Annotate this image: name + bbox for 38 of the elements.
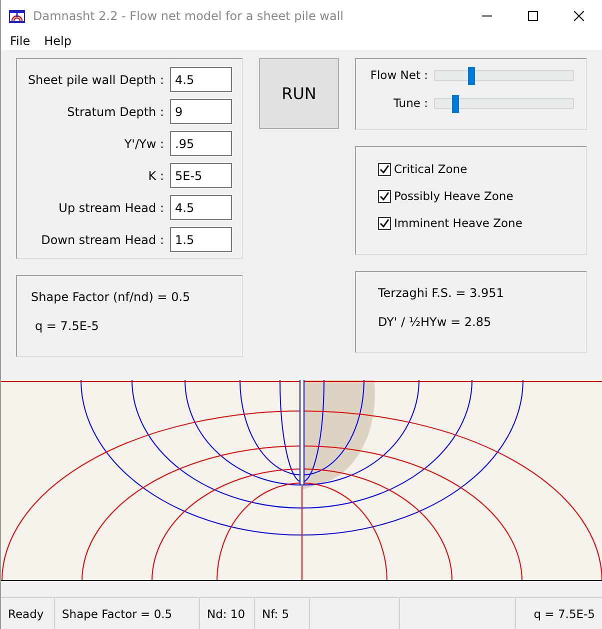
checkbox[interactable]: [378, 216, 391, 230]
field-label: Stratum Depth :: [67, 104, 164, 118]
slider-label: Tune :: [392, 96, 428, 110]
result-text: q = 7.5E-5: [34, 319, 100, 333]
input-field[interactable]: 5E-5: [170, 163, 232, 188]
app-icon: [9, 8, 25, 24]
field-label: K :: [148, 168, 164, 182]
input-field[interactable]: .95: [170, 131, 232, 156]
input-field[interactable]: 4.5: [170, 195, 232, 220]
checkbox-label: Critical Zone: [394, 162, 468, 176]
checkbox-label: Possibly Heave Zone: [394, 189, 514, 203]
checkbox[interactable]: [378, 162, 391, 176]
slider-thumb[interactable]: [468, 66, 476, 84]
window-title: Damnasht 2.2 - Flow net model for a sheet pile wall: [33, 8, 344, 22]
menu-item[interactable]: File: [3, 34, 38, 48]
result-text: Terzaghi F.S. = 3.951: [378, 286, 505, 300]
slider-thumb[interactable]: [452, 94, 459, 112]
maximize-icon: [528, 10, 538, 20]
input-field[interactable]: 9: [170, 99, 232, 124]
result-text: DY' / ½HYw = 2.85: [378, 315, 492, 329]
field-label: Up stream Head :: [58, 200, 164, 214]
status-text: q = 7.5E-5: [532, 606, 596, 622]
run-button[interactable]: RUN: [259, 58, 339, 129]
field-label: Y'/Yw :: [124, 136, 164, 150]
status-text: Ready: [1, 598, 55, 629]
slider-label: Flow Net :: [369, 68, 428, 82]
status-text: Shape Factor = 0.5: [55, 598, 200, 629]
result-text: Shape Factor (nf/nd) = 0.5: [31, 290, 192, 304]
field-label: Sheet pile wall Depth :: [28, 72, 164, 86]
menu-item[interactable]: Help: [37, 34, 78, 48]
checkbox-label: Imminent Heave Zone: [394, 216, 522, 230]
field-label: Down stream Head :: [41, 232, 164, 246]
status-text: Nf: 5: [255, 598, 310, 629]
input-field[interactable]: 4.5: [170, 67, 232, 92]
close-icon: [574, 10, 584, 20]
input-field[interactable]: 1.5: [170, 227, 232, 252]
checkbox[interactable]: [378, 190, 391, 202]
status-text: Nd: 10: [200, 598, 255, 629]
